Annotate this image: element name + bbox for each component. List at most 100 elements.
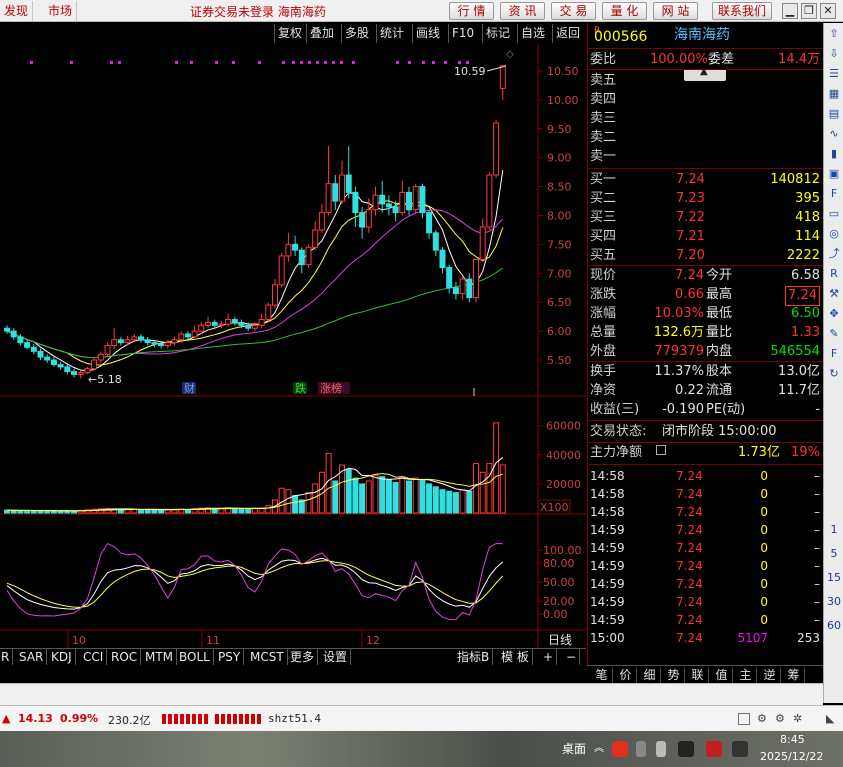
quotes-button[interactable]: 行 情 (449, 2, 494, 20)
zoom-out-button[interactable]: − (563, 649, 581, 665)
tool-icon[interactable]: ⚒ (826, 286, 842, 302)
refresh-icon[interactable]: ↻ (826, 366, 842, 382)
sogou-icon[interactable] (612, 741, 628, 757)
event-limit-up-label[interactable]: 涨榜 (320, 381, 342, 395)
news-icon[interactable]: ▣ (826, 166, 842, 182)
table-icon[interactable]: ▤ (826, 106, 842, 122)
back-button[interactable]: 返回 (552, 24, 584, 43)
tab-discover[interactable]: 发现 (0, 1, 34, 21)
nav-up-icon[interactable]: ⇧ (826, 26, 842, 42)
f5-icon[interactable]: F (826, 346, 842, 362)
candle-body (17, 336, 24, 344)
buy-level-row[interactable]: 买五 7.20 2222 (588, 247, 824, 265)
nav-down-icon[interactable]: ⇩ (826, 46, 842, 62)
contact-button[interactable]: 联系我们 (712, 2, 772, 20)
expand-icon[interactable]: ◣ (826, 712, 834, 725)
draw-line-button[interactable]: 画线 (412, 24, 444, 43)
buy-price: 7.20 (676, 248, 705, 263)
news-button[interactable]: 资 讯 (500, 2, 545, 20)
app-tray-icon-2[interactable] (706, 741, 722, 757)
close-icon[interactable]: ✕ (820, 3, 836, 19)
settings-icon[interactable]: ⚙ (775, 712, 785, 725)
f10-button[interactable]: F10 (448, 24, 478, 43)
quote-tab[interactable]: 逆 (759, 667, 781, 683)
tab-roc[interactable]: ROC (108, 649, 142, 665)
tab-sar[interactable]: SAR (16, 649, 48, 665)
event-dot (190, 61, 193, 64)
restore-icon[interactable]: ❐ (801, 3, 817, 19)
up-chevron-icon[interactable]: ︽ (594, 739, 604, 754)
target-icon[interactable]: ◎ (826, 226, 842, 242)
period-button[interactable]: 5 (824, 547, 843, 560)
quant-button[interactable]: 量 化 (602, 2, 647, 20)
window-icon[interactable] (738, 713, 750, 725)
tab-market[interactable]: 市场 (44, 1, 78, 21)
desktop-label[interactable]: 桌面 (562, 740, 586, 757)
quote-tab[interactable]: 细 (639, 667, 661, 683)
rsi-icon[interactable]: R (826, 266, 842, 282)
grid-icon[interactable]: ▦ (826, 86, 842, 102)
tab-more[interactable]: 更多 (287, 649, 319, 665)
quote-tab[interactable]: 筹 (783, 667, 805, 683)
tab-mcst[interactable]: MCST (247, 649, 288, 665)
trend-icon[interactable]: ⤴ (826, 246, 842, 262)
watchlist-button[interactable]: 自选 (517, 24, 549, 43)
quote-tab[interactable]: 值 (711, 667, 733, 683)
period-button[interactable]: 30 (824, 595, 843, 608)
tool-icon[interactable]: ✲ (793, 712, 802, 725)
buy-level-row[interactable]: 买三 7.22 418 (588, 209, 824, 227)
template-button[interactable]: 模 板 (498, 649, 533, 665)
zoom-in-button[interactable]: + (540, 649, 558, 665)
statistics-button[interactable]: 统计 (376, 24, 408, 43)
buy-level-row[interactable]: 买一 7.24 140812 (588, 171, 824, 189)
indicator-b-button[interactable]: 指标B (454, 649, 494, 665)
tray-dot-icon[interactable] (636, 741, 646, 757)
line-chart-icon[interactable]: ∿ (826, 126, 842, 142)
quote-tab[interactable]: 联 (687, 667, 709, 683)
period-label[interactable]: 日线 (548, 633, 572, 647)
tab-psy[interactable]: PSY (215, 649, 245, 665)
tab-boll[interactable]: BOLL (176, 649, 214, 665)
minimize-icon[interactable]: ▁ (782, 3, 798, 19)
buy-level-row[interactable]: 买四 7.21 114 (588, 228, 824, 246)
tab-indicator-r[interactable]: R (0, 649, 14, 665)
price-axis-label: 8.00 (547, 210, 572, 223)
event-financial-label[interactable]: 财 (184, 381, 195, 395)
app-tray-icon[interactable] (678, 741, 694, 757)
tab-settings[interactable]: 设置 (320, 649, 352, 665)
f10-icon[interactable]: F (826, 186, 842, 202)
overlay-button[interactable]: 叠加 (306, 24, 338, 43)
tab-kdj[interactable]: KDJ (48, 649, 76, 665)
event-drop-label[interactable]: 跌 (295, 381, 306, 395)
doc-icon[interactable]: ▭ (826, 206, 842, 222)
quote-tab[interactable]: 价 (615, 667, 637, 683)
clock-date: 2025/12/22 (760, 750, 824, 763)
move-icon[interactable]: ✥ (826, 306, 842, 322)
pen-icon[interactable]: ✎ (826, 326, 842, 342)
period-button[interactable]: 15 (824, 571, 843, 584)
candle-body (325, 183, 332, 214)
volume-icon[interactable] (732, 741, 748, 757)
tray-dot-icon-2[interactable] (656, 741, 666, 757)
buy-level-row[interactable]: 买二 7.23 395 (588, 190, 824, 208)
tab-cci[interactable]: CCI (80, 649, 108, 665)
gear-icon[interactable]: ⚙ (757, 712, 767, 725)
restore-rights-button[interactable]: 复权 (274, 24, 306, 43)
menu-icon[interactable] (656, 445, 666, 455)
tick-row: 14:59 7.24 0 – (588, 539, 824, 557)
website-button[interactable]: 网 站 (653, 2, 698, 20)
period-button[interactable]: 1 (824, 523, 843, 536)
quote-tab[interactable]: 笔 (591, 667, 613, 683)
period-button[interactable]: 60 (824, 619, 843, 632)
quote-tab[interactable]: 势 (663, 667, 685, 683)
mark-button[interactable]: 标记 (482, 24, 514, 43)
multi-stock-button[interactable]: 多股 (341, 24, 373, 43)
trade-button[interactable]: 交 易 (551, 2, 596, 20)
kline-chart[interactable]: X100 10.50 10.00 9.50 9.00 8.50 8.00 7.50 7.00 6… (0, 44, 586, 648)
quote-tab[interactable]: 主 (735, 667, 757, 683)
kline-chart-svg[interactable]: X100 10.50 10.00 9.50 9.00 8.50 8.00 7.50 7.00 6… (0, 44, 586, 648)
stat-label-2: 今开 (706, 268, 733, 283)
tab-mtm[interactable]: MTM (142, 649, 178, 665)
list-icon[interactable]: ☰ (826, 66, 842, 82)
kline-icon[interactable]: ▮ (826, 146, 842, 162)
